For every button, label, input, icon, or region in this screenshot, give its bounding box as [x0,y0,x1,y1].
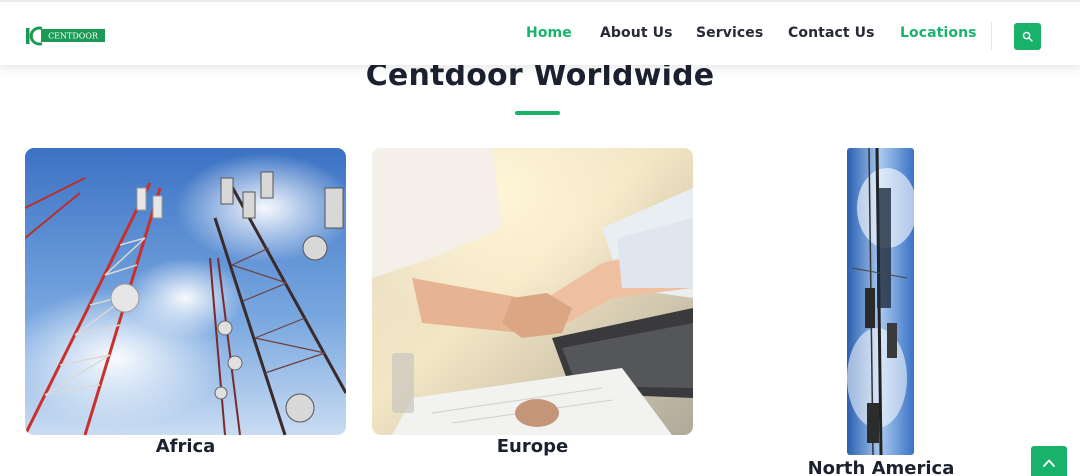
africa-image[interactable] [25,148,346,435]
search-icon [1022,27,1033,46]
logo-text: CENTDOOR [48,32,99,41]
nav-divider [991,22,992,50]
region-label-north-america: North America [807,458,955,476]
nav-contact-us[interactable]: Contact Us [788,25,875,45]
title-underline [515,111,560,115]
north-america-image[interactable] [847,148,914,455]
region-label-africa: Africa [155,436,216,457]
nav-about-us[interactable]: About Us [600,25,673,45]
scroll-to-top-button[interactable] [1031,446,1067,476]
centdoor-logo[interactable]: CENTDOOR [26,25,106,47]
nav-services[interactable]: Services [696,25,763,45]
site-header: CENTDOOR Home About Us Services Contact … [0,0,1080,65]
europe-image[interactable] [372,148,693,435]
chevron-up-icon [1042,455,1056,474]
nav-home[interactable]: Home [526,25,572,45]
region-label-europe: Europe [496,436,569,457]
nav-locations[interactable]: Locations [900,25,977,45]
search-button[interactable] [1014,23,1041,50]
